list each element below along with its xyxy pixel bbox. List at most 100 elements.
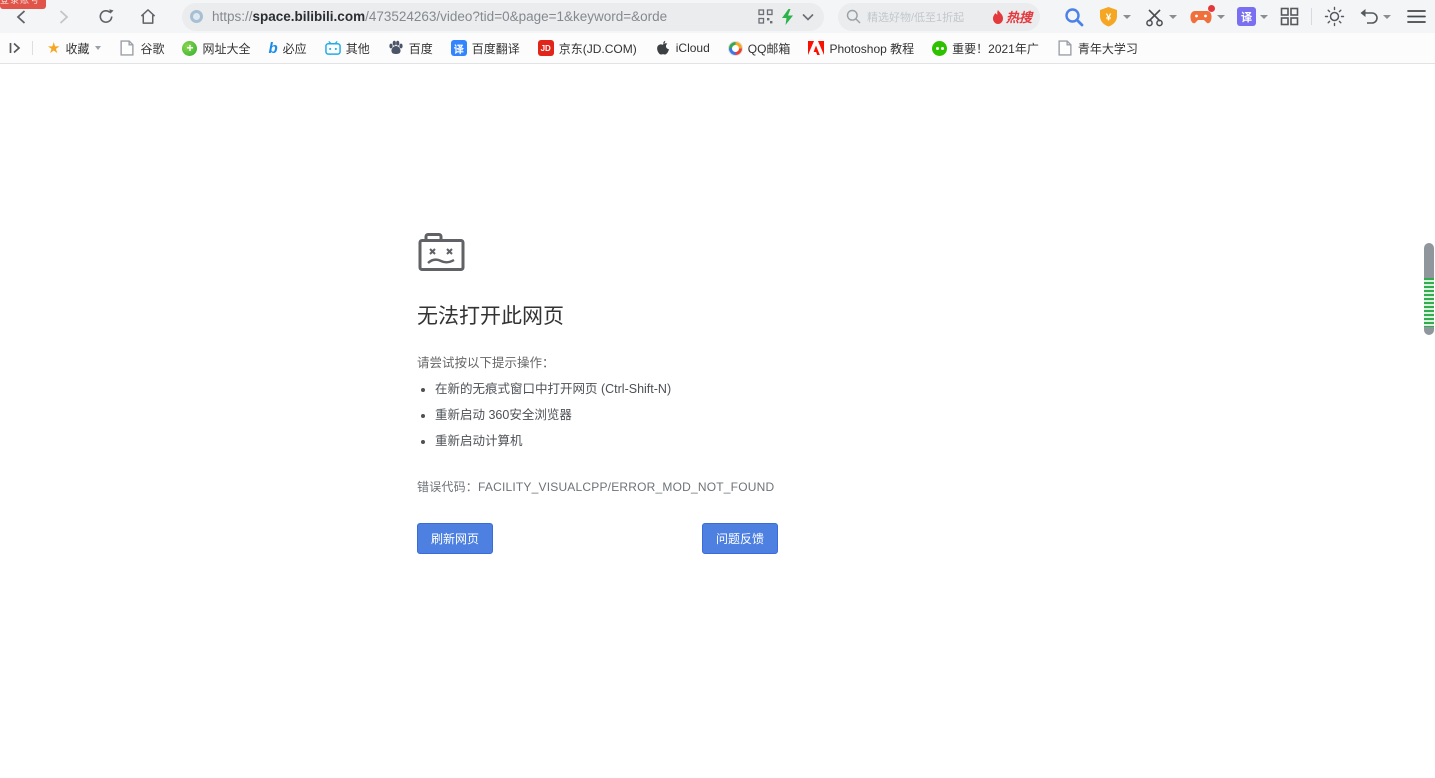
search-placeholder: 精选好物/低至1折起 [867,9,992,25]
caret-down-icon [1217,15,1225,19]
refresh-button[interactable] [97,8,115,26]
search-icon [846,9,861,24]
bookmark-item-nav[interactable]: + 网址大全 [182,40,250,57]
sidebar-expand-button[interactable] [8,41,22,55]
caret-down-icon [95,46,101,50]
find-button[interactable] [1064,7,1084,27]
apple-icon [655,40,671,56]
bookmark-label: 京东(JD.COM) [559,40,637,57]
bookmarks-divider [32,41,33,55]
bing-icon: b [269,40,278,57]
miniapp-button[interactable] [758,9,773,24]
theme-button[interactable] [1324,6,1345,27]
home-button[interactable] [139,8,157,26]
menu-button[interactable] [1407,9,1426,24]
bookmark-item-baidu-translate[interactable]: 译 百度翻译 [451,40,520,57]
shopping-guard-button[interactable]: ¥ [1098,6,1131,27]
error-hint: 请尝试按以下提示操作： [417,352,778,371]
back-button[interactable] [13,8,31,26]
scrollbar-thumb[interactable] [1424,243,1434,335]
four-squares-icon [1280,7,1299,26]
url-text[interactable]: https://space.bilibili.com/473524263/vid… [212,9,750,24]
translate-icon: 译 [451,40,467,56]
star-icon: ★ [47,39,60,57]
error-title: 无法打开此网页 [417,300,778,330]
error-actions: 刷新网页 问题反馈 [417,523,778,554]
games-button[interactable] [1189,7,1225,27]
bookmark-item-favorites[interactable]: ★ 收藏 [47,39,101,57]
bookmark-item-important[interactable]: 重要！2021年广 [932,40,1039,57]
refresh-icon [97,7,115,26]
apps-grid-button[interactable] [1280,7,1299,26]
bookmark-item-icloud[interactable]: iCloud [655,40,710,56]
search-box[interactable]: 精选好物/低至1折起 热搜 [838,3,1040,31]
url-host: space.bilibili.com [253,9,366,24]
suggestion-item: 在新的无痕式窗口中打开网页 (Ctrl-Shift-N) [435,379,778,400]
bookmark-label: 必应 [283,40,307,57]
translate-icon: 译 [1237,7,1256,26]
toolbar-divider [1311,8,1312,25]
bookmark-label: 重要！2021年广 [952,40,1039,57]
url-bar[interactable]: https://space.bilibili.com/473524263/vid… [182,3,824,31]
bookmark-item-bing[interactable]: b 必应 [269,40,307,57]
forward-button[interactable] [54,8,72,26]
page-content: 无法打开此网页 请尝试按以下提示操作： 在新的无痕式窗口中打开网页 (Ctrl-… [0,64,1435,778]
bookmark-label: QQ邮箱 [748,40,791,57]
bookmark-label: 其他 [346,40,370,57]
suggestion-item: 重新启动计算机 [435,431,778,452]
bookmark-label: Photoshop 教程 [829,40,914,57]
undo-icon [1359,8,1379,26]
hamburger-icon [1407,9,1426,24]
dead-page-icon [417,232,466,272]
baidu-paw-icon [388,40,404,56]
site-info-icon[interactable] [190,10,203,23]
qr-grid-icon [758,9,773,24]
bookmark-item-baidu[interactable]: 百度 [388,40,433,57]
error-code-value: FACILITY_VISUALCPP/ERROR_MOD_NOT_FOUND [478,480,774,494]
bookmark-label: 收藏 [65,40,89,57]
url-path: /473524263/video?tid=0&page=1&keyword=&o… [365,9,667,24]
error-panel: 无法打开此网页 请尝试按以下提示操作： 在新的无痕式窗口中打开网页 (Ctrl-… [417,232,778,554]
corner-badge-label: 登录账号 [0,0,46,5]
expand-panel-icon [8,41,22,55]
scissors-icon [1145,7,1165,27]
bookmark-item-qqmail[interactable]: QQ邮箱 [728,40,791,57]
scrollbar-stripes [1424,278,1434,327]
accelerate-button[interactable] [781,9,794,25]
bookmark-item-photoshop[interactable]: Photoshop 教程 [808,40,914,57]
wechat-icon [932,41,947,56]
bookmarks-bar: ★ 收藏 谷歌 + 网址大全 b 必应 其他 [0,33,1435,64]
screenshot-button[interactable] [1145,7,1177,27]
notification-dot [1208,5,1215,12]
suggestion-list: 在新的无痕式窗口中打开网页 (Ctrl-Shift-N) 重新启动 360安全浏… [435,379,778,452]
bookmark-label: 网址大全 [202,40,250,57]
home-icon [139,7,157,26]
bookmark-item-jd[interactable]: JD 京东(JD.COM) [538,40,637,57]
jd-icon: JD [538,40,554,56]
nav-plus-icon: + [182,41,197,56]
error-code-label: 错误代码： [417,480,478,494]
shield-yuan-icon: ¥ [1098,6,1119,27]
corner-badge: 登录账号 [0,0,46,9]
tv-icon [325,40,341,56]
url-dropdown-button[interactable] [802,13,814,21]
bookmark-label: 谷歌 [140,40,164,57]
bookmark-item-youth-study[interactable]: 青年大学习 [1057,40,1138,57]
restore-button[interactable] [1359,8,1391,26]
translate-button[interactable]: 译 [1237,7,1268,26]
url-scheme: https:// [212,9,253,24]
lightning-icon [781,9,794,25]
page-icon [1057,40,1073,56]
bookmark-item-google[interactable]: 谷歌 [119,40,164,57]
caret-down-icon [1169,15,1177,19]
chevron-down-icon [802,13,814,21]
suggestion-item: 重新启动 360安全浏览器 [435,405,778,426]
hot-search-button[interactable]: 热搜 [992,7,1032,26]
caret-down-icon [1260,15,1268,19]
gamepad-icon [1189,7,1213,27]
qq-mail-icon [728,41,743,56]
page-icon [119,40,135,56]
refresh-page-button[interactable]: 刷新网页 [417,523,493,554]
feedback-button[interactable]: 问题反馈 [702,523,778,554]
bookmark-item-other[interactable]: 其他 [325,40,370,57]
